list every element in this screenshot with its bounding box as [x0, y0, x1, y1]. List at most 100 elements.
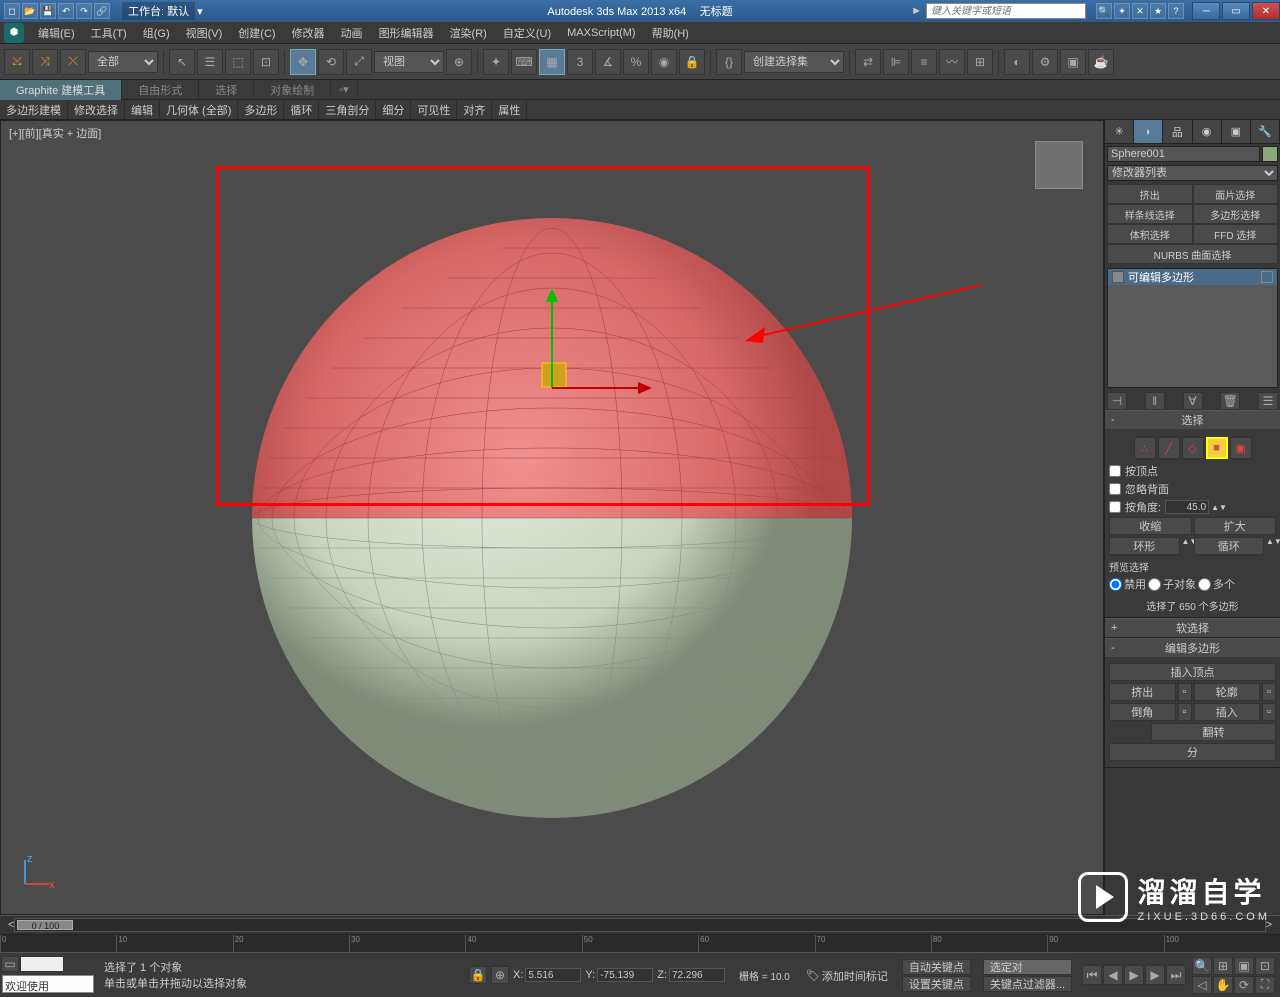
visibility-toggle-icon[interactable] [1112, 271, 1124, 283]
track-bar[interactable]: 0102030405060708090100 [0, 935, 1280, 953]
maxscript-mini-icon[interactable]: ▭ [1, 956, 19, 972]
tab-freeform[interactable]: 自由形式 [122, 80, 199, 100]
panel-poly-modeling[interactable]: 多边形建模 [0, 100, 68, 120]
viewport-label[interactable]: [+][前][真实 + 边面] [9, 125, 101, 141]
configure-icon[interactable]: ☰ [1258, 392, 1278, 410]
named-selset-icon[interactable]: {} [716, 49, 742, 75]
btn-grow[interactable]: 扩大 [1194, 517, 1277, 535]
tab-modify-icon[interactable]: ◗ [1134, 120, 1163, 143]
rollout-header-softsel[interactable]: +软选择 [1105, 619, 1280, 637]
tab-hierarchy-icon[interactable]: 品 [1163, 120, 1192, 143]
modbtn-nurbs[interactable]: NURBS 曲面选择 [1107, 244, 1278, 264]
zoom-icon[interactable]: 🔍 [1192, 957, 1212, 975]
btn-inset[interactable]: 插入 [1194, 703, 1261, 721]
open-icon[interactable]: 📂 [22, 3, 38, 19]
undo-icon[interactable]: ↶ [58, 3, 74, 19]
show-end-result-icon[interactable]: ‖ [1145, 392, 1165, 410]
panel-visibility[interactable]: 可见性 [411, 100, 457, 120]
chk-by-vertex[interactable]: 按顶点 [1109, 463, 1276, 479]
render-frame-icon[interactable]: ▣ [1060, 49, 1086, 75]
minimize-button[interactable]: ─ [1192, 2, 1220, 20]
object-name-input[interactable] [1107, 146, 1260, 162]
select-icon[interactable]: ↖ [169, 49, 195, 75]
play-icon[interactable]: ▶ [1124, 965, 1144, 985]
spinner-snap-icon[interactable]: ◉ [651, 49, 677, 75]
zoom-extents-all-icon[interactable]: ⊡ [1255, 957, 1275, 975]
subobj-edge-icon[interactable]: ╱ [1158, 437, 1180, 459]
orbit-icon[interactable]: ⟳ [1234, 976, 1254, 994]
angle-snap-icon[interactable]: ∡ [595, 49, 621, 75]
layers-icon[interactable]: ≡ [911, 49, 937, 75]
render-icon[interactable]: ☕ [1088, 49, 1114, 75]
tab-display-icon[interactable]: ▣ [1222, 120, 1251, 143]
btn-extrude-settings[interactable]: ▫ [1178, 683, 1192, 701]
loop-spinner-icon[interactable]: ▲▼ [1266, 537, 1276, 555]
zoom-all-icon[interactable]: ⊞ [1213, 957, 1233, 975]
tab-motion-icon[interactable]: ◉ [1193, 120, 1222, 143]
btn-flip[interactable]: 翻转 [1151, 723, 1276, 741]
max-toggle-icon[interactable]: ⛶ [1255, 976, 1275, 994]
modbtn-spline-select[interactable]: 样条线选择 [1107, 204, 1193, 224]
panel-edit[interactable]: 编辑 [125, 100, 160, 120]
panel-loops[interactable]: 循环 [284, 100, 319, 120]
subobj-element-icon[interactable]: ▣ [1230, 437, 1252, 459]
menu-create[interactable]: 创建(C) [230, 23, 283, 43]
key-filters-button[interactable]: 关键点过滤器... [983, 976, 1072, 992]
ref-coord-system[interactable]: 视图 [374, 51, 444, 73]
link-icon[interactable]: 🔗 [94, 3, 110, 19]
add-time-tag[interactable]: 添加时间标记 [822, 968, 888, 984]
abs-rel-icon[interactable]: ⊕ [491, 966, 509, 984]
menu-help[interactable]: 帮助(H) [644, 23, 697, 43]
move-tool-icon[interactable]: ✥ [290, 49, 316, 75]
menu-views[interactable]: 视图(V) [178, 23, 231, 43]
new-icon[interactable]: ◻ [4, 3, 20, 19]
x-coord-input[interactable] [525, 968, 581, 982]
subobj-polygon-icon[interactable]: ■ [1206, 437, 1228, 459]
panel-tris[interactable]: 三角剖分 [319, 100, 376, 120]
z-coord-input[interactable] [669, 968, 725, 982]
goto-end-icon[interactable]: ⏭ [1166, 965, 1186, 985]
btn-ring[interactable]: 环形 [1109, 537, 1180, 555]
panel-align[interactable]: 对齐 [457, 100, 492, 120]
subobj-border-icon[interactable]: ◇ [1182, 437, 1204, 459]
menu-animation[interactable]: 动画 [333, 23, 371, 43]
render-setup-icon[interactable]: ⚙ [1032, 49, 1058, 75]
selected-filter[interactable]: 选定对 [983, 959, 1072, 975]
modbtn-patch-select[interactable]: 面片选择 [1193, 184, 1279, 204]
panel-modify-sel[interactable]: 修改选择 [68, 100, 125, 120]
lock-selection-icon[interactable]: 🔒 [469, 966, 487, 984]
radio-preview-off[interactable] [1109, 578, 1122, 591]
btn-loop[interactable]: 循环 [1194, 537, 1265, 555]
viewcube-icon[interactable] [1035, 141, 1083, 189]
panel-subdiv[interactable]: 细分 [376, 100, 411, 120]
chk-by-angle[interactable] [1109, 501, 1121, 513]
menu-maxscript[interactable]: MAXScript(M) [559, 25, 643, 41]
rotate-tool-icon[interactable]: ⟲ [318, 49, 344, 75]
workspace-selector[interactable]: 工作台: 默认 ▾ [122, 2, 203, 20]
ribbon-expand-icon[interactable]: ▫▾ [331, 81, 357, 98]
panel-properties[interactable]: 属性 [492, 100, 527, 120]
auto-key-button[interactable]: 自动关键点 [902, 959, 971, 975]
select-name-icon[interactable]: ☰ [197, 49, 223, 75]
rollout-header-editpoly[interactable]: -编辑多边形 [1105, 639, 1280, 657]
redo-icon[interactable]: ↷ [76, 3, 92, 19]
btn-inset-settings[interactable]: ▫ [1262, 703, 1276, 721]
menu-rendering[interactable]: 渲染(R) [442, 23, 495, 43]
menu-tools[interactable]: 工具(T) [83, 23, 135, 43]
btn-hinge[interactable]: 分 [1109, 743, 1276, 761]
search-icon[interactable]: 🔍 [1096, 3, 1112, 19]
link-tool-icon[interactable]: ⤩ [4, 49, 30, 75]
radio-preview-multi[interactable] [1198, 578, 1211, 591]
tab-graphite[interactable]: Graphite 建模工具 [0, 80, 122, 100]
tab-object-paint[interactable]: 对象绘制 [254, 80, 331, 100]
btn-shrink[interactable]: 收缩 [1109, 517, 1192, 535]
pin-stack-icon[interactable]: ⊣ [1107, 392, 1127, 410]
keyboard-icon[interactable]: ⌨ [511, 49, 537, 75]
schematic-icon[interactable]: ⊞ [967, 49, 993, 75]
menu-group[interactable]: 组(G) [135, 23, 178, 43]
btn-bevel[interactable]: 倒角 [1109, 703, 1176, 721]
percent-snap-icon[interactable]: % [623, 49, 649, 75]
stack-checkbox-icon[interactable] [1261, 271, 1273, 283]
spinner-arrows-icon[interactable]: ▲▼ [1211, 503, 1227, 512]
radio-preview-subobj[interactable] [1148, 578, 1161, 591]
